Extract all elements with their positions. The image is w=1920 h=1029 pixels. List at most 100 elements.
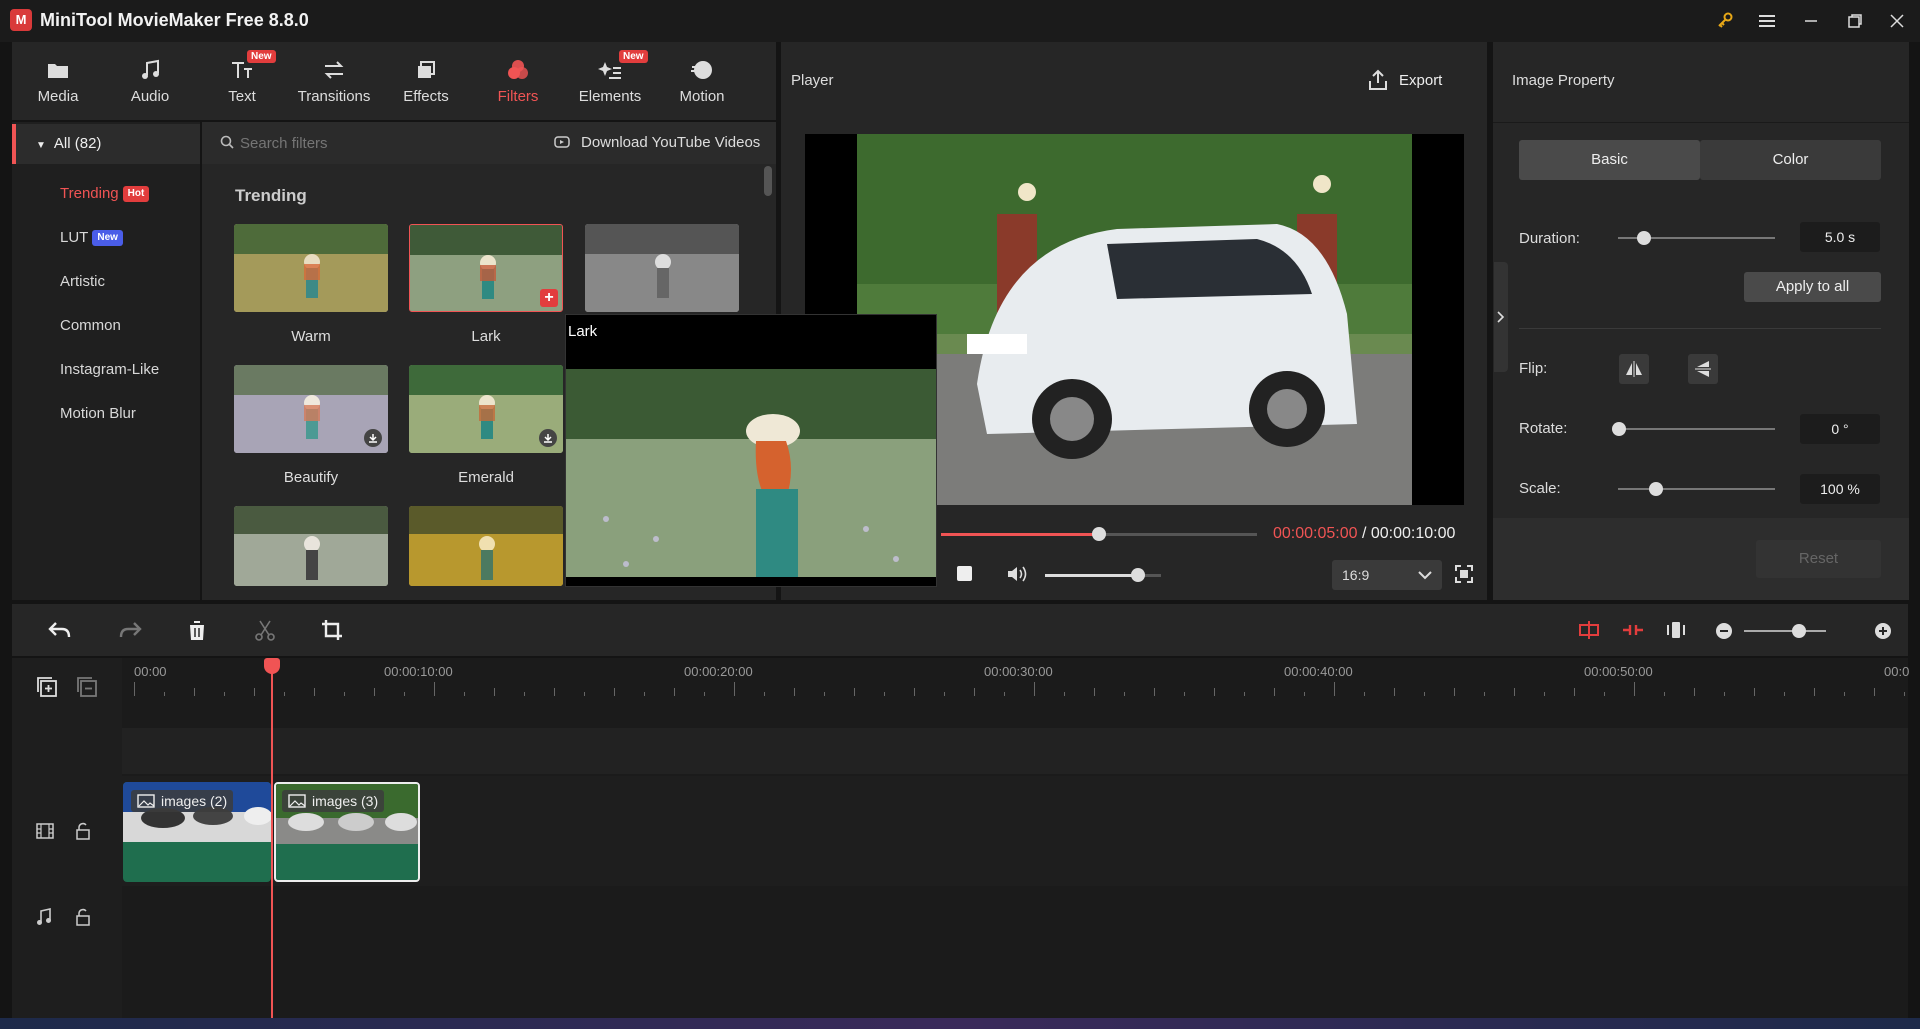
tool-media[interactable]: Media	[12, 42, 104, 120]
tool-motion[interactable]: Motion	[656, 42, 748, 120]
volume-icon[interactable]	[1006, 564, 1028, 584]
rotate-slider[interactable]	[1618, 428, 1775, 430]
tab-color[interactable]: Color	[1700, 140, 1881, 180]
scale-slider[interactable]	[1618, 488, 1775, 490]
filter-label: Beautify	[283, 469, 339, 486]
delete-icon[interactable]	[186, 619, 208, 641]
key-icon[interactable]	[1710, 8, 1740, 34]
scale-label: Scale:	[1519, 480, 1561, 497]
search-input[interactable]	[240, 130, 460, 156]
tool-filters[interactable]: Filters	[472, 42, 564, 120]
zoom-out-icon[interactable]	[1715, 622, 1733, 640]
filter-thumb-beautify[interactable]	[234, 365, 388, 453]
tab-basic[interactable]: Basic	[1519, 140, 1700, 180]
caret-down-icon: ▼	[36, 140, 46, 151]
scale-knob[interactable]	[1649, 482, 1663, 496]
category-label: All (82)	[53, 135, 102, 152]
download-icon[interactable]	[364, 429, 382, 447]
ruler-tick	[1634, 682, 1635, 696]
close-icon[interactable]	[1882, 8, 1912, 34]
playback-progress-knob[interactable]	[1092, 527, 1106, 541]
filter-thumb[interactable]	[409, 506, 563, 586]
zoom-slider[interactable]	[1744, 630, 1826, 632]
undo-icon[interactable]	[48, 620, 72, 640]
tool-audio[interactable]: Audio	[104, 42, 196, 120]
ruler-tick	[1004, 692, 1005, 696]
redo-icon[interactable]	[118, 620, 142, 640]
clip-label: images (3)	[312, 793, 379, 809]
menu-icon[interactable]	[1752, 8, 1782, 34]
playhead-handle[interactable]	[264, 658, 280, 674]
motion-ball-icon	[690, 58, 714, 82]
split-red-icon[interactable]	[1579, 620, 1599, 640]
section-title: Trending	[235, 186, 307, 205]
timeline-clip-selected[interactable]: images (3)	[274, 782, 420, 882]
add-track-icon[interactable]	[36, 676, 58, 698]
filter-thumb-lark[interactable]: +	[409, 224, 563, 312]
export-button[interactable]: Export	[1367, 69, 1442, 91]
add-filter-icon[interactable]: +	[540, 289, 558, 307]
category-lut[interactable]: LUT New	[12, 218, 200, 258]
ruler-tick	[794, 688, 795, 696]
cut-icon[interactable]	[255, 619, 275, 641]
time-ruler[interactable]: 00:00 00:00:10:00 00:00:20:00 00:00:30:0…	[122, 658, 1909, 718]
filter-thumb-mono[interactable]	[585, 224, 739, 312]
hot-badge: Hot	[122, 186, 150, 203]
fullscreen-icon[interactable]	[1454, 564, 1474, 584]
apply-to-all-button[interactable]: Apply to all	[1744, 272, 1881, 302]
export-label: Export	[1399, 71, 1443, 89]
download-youtube-link[interactable]: Download YouTube Videos	[581, 134, 760, 151]
category-instagram-like[interactable]: Instagram-Like	[12, 350, 200, 390]
ruler-tick	[1754, 688, 1755, 696]
maximize-icon[interactable]	[1840, 8, 1870, 34]
zoom-knob[interactable]	[1792, 624, 1806, 638]
filter-scrollbar[interactable]	[764, 166, 772, 196]
collapse-panel-handle[interactable]	[1494, 262, 1508, 372]
remove-track-icon[interactable]	[76, 676, 98, 698]
category-artistic[interactable]: Artistic	[12, 262, 200, 302]
time-separator: /	[1357, 525, 1371, 542]
empty-track[interactable]	[122, 728, 1908, 774]
duration-value[interactable]: 5.0 s	[1800, 222, 1880, 252]
category-all[interactable]: ▼ All (82)	[12, 124, 200, 164]
clip-tag: images (3)	[282, 790, 385, 812]
playhead[interactable]	[271, 658, 273, 1018]
split-clip-icon[interactable]	[1622, 620, 1644, 640]
tool-effects[interactable]: Effects	[380, 42, 472, 120]
unlock-icon[interactable]	[76, 908, 90, 926]
scale-value[interactable]: 100 %	[1800, 474, 1880, 504]
flip-horizontal-icon[interactable]	[1619, 354, 1649, 384]
rotate-knob[interactable]	[1612, 422, 1626, 436]
category-trending[interactable]: Trending Hot	[12, 174, 200, 214]
tool-label: Text	[228, 88, 256, 105]
stop-button[interactable]	[957, 566, 972, 581]
filter-thumb-warm[interactable]	[234, 224, 388, 312]
ruler-label: 00:00:20:00	[684, 664, 753, 679]
audio-track[interactable]	[122, 888, 1908, 946]
duration-knob[interactable]	[1637, 231, 1651, 245]
volume-knob[interactable]	[1130, 568, 1145, 582]
filter-thumb[interactable]	[234, 506, 388, 586]
category-label: Motion Blur	[60, 405, 136, 422]
zoom-in-icon[interactable]	[1874, 622, 1892, 640]
rotate-value[interactable]: 0 °	[1800, 414, 1880, 444]
filter-category-list: ▼ All (82) Trending Hot LUT New Artistic Co…	[12, 122, 200, 600]
unlock-icon[interactable]	[76, 822, 90, 840]
category-common[interactable]: Common	[12, 306, 200, 346]
timeline-clip[interactable]: images (2)	[123, 782, 271, 882]
new-tag: New	[247, 50, 276, 63]
filter-thumb-emerald[interactable]	[409, 365, 563, 453]
crop-icon[interactable]	[321, 619, 343, 641]
reset-button[interactable]: Reset	[1756, 540, 1881, 578]
app-title: MiniTool MovieMaker Free 8.8.0	[40, 10, 309, 30]
minimize-icon[interactable]	[1796, 8, 1826, 34]
fit-timeline-icon[interactable]	[1666, 620, 1686, 640]
ruler-tick	[254, 688, 255, 696]
filter-search-bar: Download YouTube Videos	[202, 122, 776, 164]
download-icon[interactable]	[539, 429, 557, 447]
rotate-label: Rotate:	[1519, 420, 1568, 437]
category-motion-blur[interactable]: Motion Blur	[12, 394, 200, 434]
tool-transitions[interactable]: Transitions	[288, 42, 380, 120]
aspect-ratio-select[interactable]: 16:9	[1332, 560, 1442, 590]
flip-vertical-icon[interactable]	[1688, 354, 1718, 384]
